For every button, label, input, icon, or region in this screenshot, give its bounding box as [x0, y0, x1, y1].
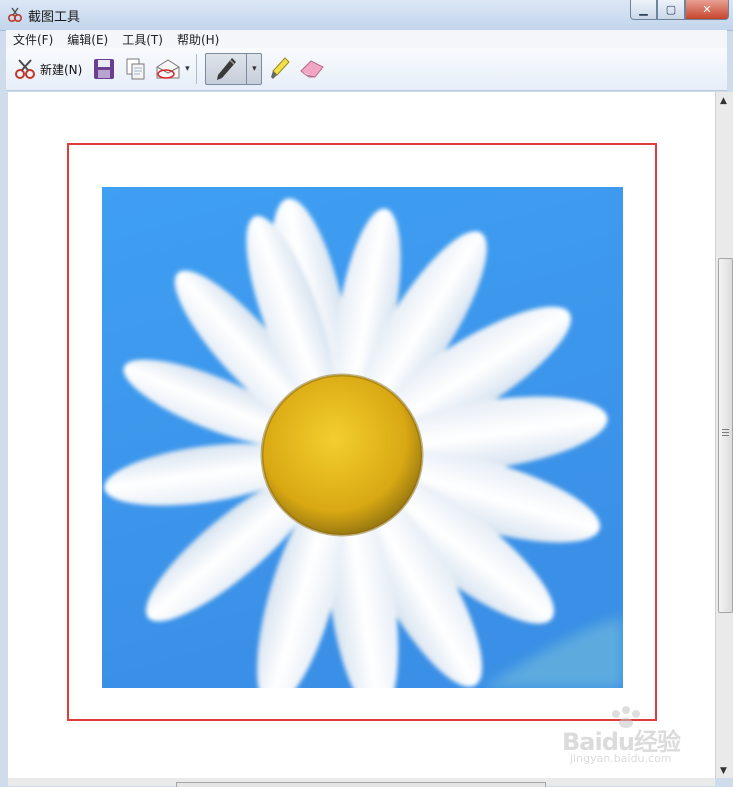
highlighter-button[interactable] — [266, 55, 294, 83]
send-button[interactable]: ▾ — [154, 54, 192, 84]
window-title: 截图工具 — [28, 10, 81, 25]
caption-buttons: ▁ ▢ ✕ — [630, 0, 729, 20]
send-dropdown-arrow[interactable]: ▾ — [182, 64, 192, 74]
title-bar: 截图工具 ▁ ▢ ✕ — [0, 0, 733, 31]
toolbar: 新建(N) ▾ ▾ — [6, 48, 727, 91]
new-snip-button[interactable]: 新建(N) — [10, 54, 86, 84]
new-snip-label: 新建(N) — [40, 62, 83, 77]
copy-icon — [126, 58, 145, 80]
thumb-grip-line — [722, 432, 729, 433]
snip-canvas[interactable] — [8, 92, 715, 778]
baidu-jingyan-watermark: Baidu经验 jingyan.baidu.com — [562, 706, 692, 768]
menu-edit[interactable]: 编辑(E) — [60, 31, 115, 48]
thumb-grip-line — [722, 435, 729, 436]
snipping-tool-icon — [7, 7, 23, 23]
scroll-down-arrow-icon[interactable]: ▼ — [720, 766, 727, 776]
horizontal-scrollbar[interactable] — [8, 778, 715, 787]
save-button[interactable] — [90, 55, 118, 83]
menu-bar: 文件(F) 编辑(E) 工具(T) 帮助(H) — [6, 30, 727, 48]
menu-file[interactable]: 文件(F) — [6, 31, 60, 48]
highlighter-icon — [271, 57, 291, 79]
vertical-scroll-thumb[interactable] — [718, 258, 733, 613]
pen-dropdown-arrow[interactable]: ▾ — [246, 54, 261, 84]
maximize-button[interactable]: ▢ — [657, 0, 685, 20]
horizontal-scroll-thumb[interactable] — [176, 782, 546, 787]
minimize-button[interactable]: ▁ — [630, 0, 657, 20]
toolbar-separator — [196, 54, 198, 84]
pen-icon — [217, 58, 237, 80]
close-button[interactable]: ✕ — [685, 0, 729, 20]
menu-help[interactable]: 帮助(H) — [170, 31, 226, 48]
scroll-up-arrow-icon[interactable]: ▲ — [720, 96, 727, 106]
copy-button[interactable] — [122, 55, 150, 83]
vertical-scrollbar[interactable]: ▲ ▼ — [715, 92, 733, 778]
pen-tool-group[interactable]: ▾ — [205, 53, 263, 85]
eraser-button[interactable] — [298, 55, 326, 83]
send-email-icon — [156, 59, 180, 79]
pen-button[interactable] — [206, 54, 246, 84]
thumb-grip-line — [722, 429, 729, 430]
captured-flower-image — [102, 187, 623, 688]
save-icon — [94, 59, 115, 79]
scissors-icon — [15, 59, 35, 79]
menu-tools[interactable]: 工具(T) — [115, 31, 170, 48]
watermark-site: jingyan.baidu.com — [570, 752, 672, 765]
eraser-icon — [300, 60, 325, 78]
